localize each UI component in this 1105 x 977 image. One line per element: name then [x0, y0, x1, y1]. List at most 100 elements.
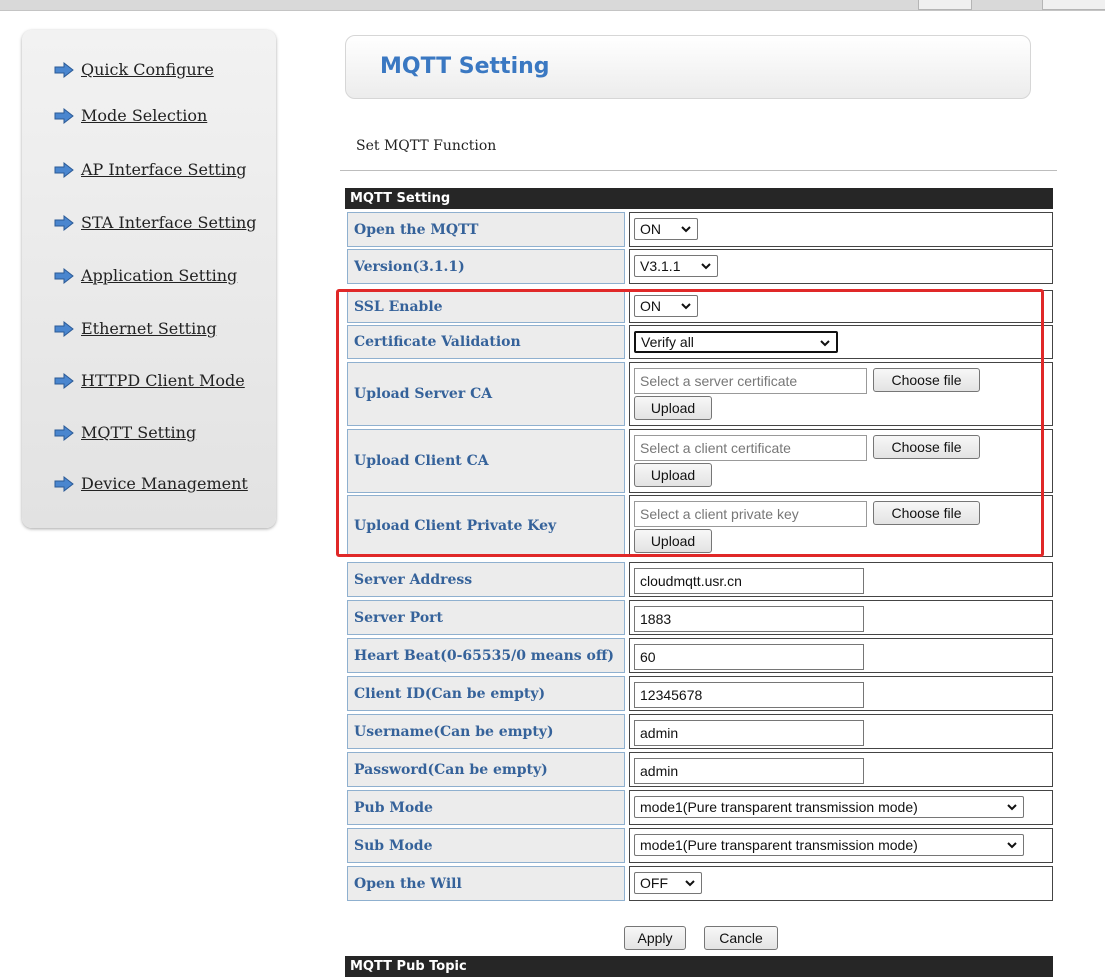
- sidebar-item-application[interactable]: Application Setting: [54, 266, 237, 285]
- field-label: Version(3.1.1): [347, 249, 625, 284]
- field-value-cell: admin: [629, 714, 1053, 749]
- sidebar: Quick Configure Mode Selection AP Interf…: [22, 30, 276, 528]
- field-value-cell: admin: [629, 752, 1053, 787]
- sidebar-item-httpd-client[interactable]: HTTPD Client Mode: [54, 371, 245, 390]
- field-value-cell: Verify all: [629, 325, 1053, 359]
- chevron-down-icon: [685, 880, 695, 887]
- row-upload-client-ca: Upload Client CA Select a client certifi…: [347, 429, 1053, 493]
- open-mqtt-select[interactable]: ON: [634, 218, 698, 240]
- chevron-down-icon: [701, 263, 711, 270]
- sidebar-item-label[interactable]: AP Interface Setting: [81, 160, 247, 179]
- sidebar-item-ap-interface[interactable]: AP Interface Setting: [54, 160, 247, 179]
- arrow-right-icon: [54, 424, 74, 441]
- arrow-right-icon: [54, 61, 74, 78]
- select-value: V3.1.1: [640, 258, 681, 274]
- cancel-button[interactable]: Cancle: [704, 926, 778, 950]
- section-header-pub-topic: MQTT Pub Topic: [345, 956, 1053, 977]
- server-ca-filename[interactable]: Select a server certificate: [634, 368, 867, 394]
- row-pub-mode: Pub Mode mode1(Pure transparent transmis…: [347, 790, 1053, 825]
- field-label: Username(Can be empty): [347, 714, 625, 749]
- row-version: Version(3.1.1) V3.1.1: [347, 249, 1053, 284]
- server-port-input[interactable]: 1883: [634, 606, 864, 632]
- sidebar-item-label[interactable]: Application Setting: [81, 266, 237, 285]
- chevron-down-icon: [1007, 842, 1017, 849]
- row-upload-server-ca: Upload Server CA Select a server certifi…: [347, 362, 1053, 426]
- sidebar-item-mode-selection[interactable]: Mode Selection: [54, 106, 207, 125]
- heart-beat-input[interactable]: 60: [634, 644, 864, 670]
- version-select[interactable]: V3.1.1: [634, 255, 718, 277]
- field-label: Upload Server CA: [347, 362, 625, 426]
- browser-tab-edge[interactable]: [918, 0, 972, 10]
- client-key-upload-button[interactable]: Upload: [634, 529, 712, 553]
- field-label: Open the Will: [347, 866, 625, 901]
- sidebar-item-label[interactable]: Mode Selection: [81, 106, 207, 125]
- row-certificate-validation: Certificate Validation Verify all: [347, 325, 1053, 359]
- certificate-validation-select[interactable]: Verify all: [634, 331, 838, 353]
- arrow-right-icon: [54, 475, 74, 492]
- field-label: Password(Can be empty): [347, 752, 625, 787]
- field-label: Upload Client CA: [347, 429, 625, 493]
- username-input[interactable]: admin: [634, 720, 864, 746]
- sidebar-item-label[interactable]: Device Management: [81, 474, 248, 493]
- field-value-cell: 60: [629, 638, 1053, 673]
- field-value-cell: Select a client certificate Choose file …: [629, 429, 1053, 493]
- arrow-right-icon: [54, 267, 74, 284]
- row-open-will: Open the Will OFF: [347, 866, 1053, 901]
- ssl-enable-select[interactable]: ON: [634, 295, 698, 317]
- field-value-cell: Select a server certificate Choose file …: [629, 362, 1053, 426]
- row-heart-beat: Heart Beat(0-65535/0 means off) 60: [347, 638, 1053, 673]
- client-key-filename[interactable]: Select a client private key: [634, 501, 867, 527]
- chevron-down-icon: [681, 303, 691, 310]
- sidebar-item-label[interactable]: STA Interface Setting: [81, 213, 257, 232]
- field-label: Pub Mode: [347, 790, 625, 825]
- row-password: Password(Can be empty) admin: [347, 752, 1053, 787]
- arrow-right-icon: [54, 320, 74, 337]
- client-id-input[interactable]: 12345678: [634, 682, 864, 708]
- sidebar-item-label[interactable]: Ethernet Setting: [81, 319, 217, 338]
- sidebar-item-device-management[interactable]: Device Management: [54, 474, 248, 493]
- page-header: MQTT Setting: [345, 35, 1031, 99]
- password-input[interactable]: admin: [634, 758, 864, 784]
- sidebar-item-ethernet[interactable]: Ethernet Setting: [54, 319, 217, 338]
- browser-tab-edge[interactable]: [1042, 0, 1105, 10]
- row-client-id: Client ID(Can be empty) 12345678: [347, 676, 1053, 711]
- field-label: Server Port: [347, 600, 625, 635]
- open-will-select[interactable]: OFF: [634, 872, 702, 894]
- chevron-down-icon: [820, 340, 830, 347]
- divider: [340, 170, 1057, 171]
- page-subtitle: Set MQTT Function: [356, 138, 497, 154]
- apply-button[interactable]: Apply: [624, 926, 686, 950]
- arrow-right-icon: [54, 214, 74, 231]
- select-value: ON: [640, 298, 661, 314]
- client-ca-choose-file-button[interactable]: Choose file: [873, 435, 980, 459]
- sidebar-item-sta-interface[interactable]: STA Interface Setting: [54, 213, 257, 232]
- client-ca-upload-button[interactable]: Upload: [634, 463, 712, 487]
- client-key-choose-file-button[interactable]: Choose file: [873, 501, 980, 525]
- sidebar-item-quick-configure[interactable]: Quick Configure: [54, 60, 214, 79]
- row-ssl-enable: SSL Enable ON: [347, 290, 1053, 323]
- select-value: mode1(Pure transparent transmission mode…: [640, 837, 918, 853]
- arrow-right-icon: [54, 161, 74, 178]
- field-label: Upload Client Private Key: [347, 495, 625, 557]
- pub-mode-select[interactable]: mode1(Pure transparent transmission mode…: [634, 796, 1024, 818]
- sidebar-item-label[interactable]: MQTT Setting: [81, 423, 196, 442]
- client-ca-filename[interactable]: Select a client certificate: [634, 435, 867, 461]
- arrow-right-icon: [54, 372, 74, 389]
- select-value: ON: [640, 221, 661, 237]
- server-ca-choose-file-button[interactable]: Choose file: [873, 368, 980, 392]
- arrow-right-icon: [54, 107, 74, 124]
- row-sub-mode: Sub Mode mode1(Pure transparent transmis…: [347, 828, 1053, 863]
- browser-top-strip: [0, 0, 1105, 11]
- select-value: OFF: [640, 875, 668, 891]
- field-value-cell: cloudmqtt.usr.cn: [629, 562, 1053, 597]
- row-upload-client-private-key: Upload Client Private Key Select a clien…: [347, 495, 1053, 557]
- field-label: Client ID(Can be empty): [347, 676, 625, 711]
- select-value: mode1(Pure transparent transmission mode…: [640, 799, 918, 815]
- sub-mode-select[interactable]: mode1(Pure transparent transmission mode…: [634, 834, 1024, 856]
- field-value-cell: OFF: [629, 866, 1053, 901]
- server-address-input[interactable]: cloudmqtt.usr.cn: [634, 568, 864, 594]
- sidebar-item-mqtt[interactable]: MQTT Setting: [54, 423, 196, 442]
- sidebar-item-label[interactable]: Quick Configure: [81, 60, 214, 79]
- sidebar-item-label[interactable]: HTTPD Client Mode: [81, 371, 245, 390]
- server-ca-upload-button[interactable]: Upload: [634, 396, 712, 420]
